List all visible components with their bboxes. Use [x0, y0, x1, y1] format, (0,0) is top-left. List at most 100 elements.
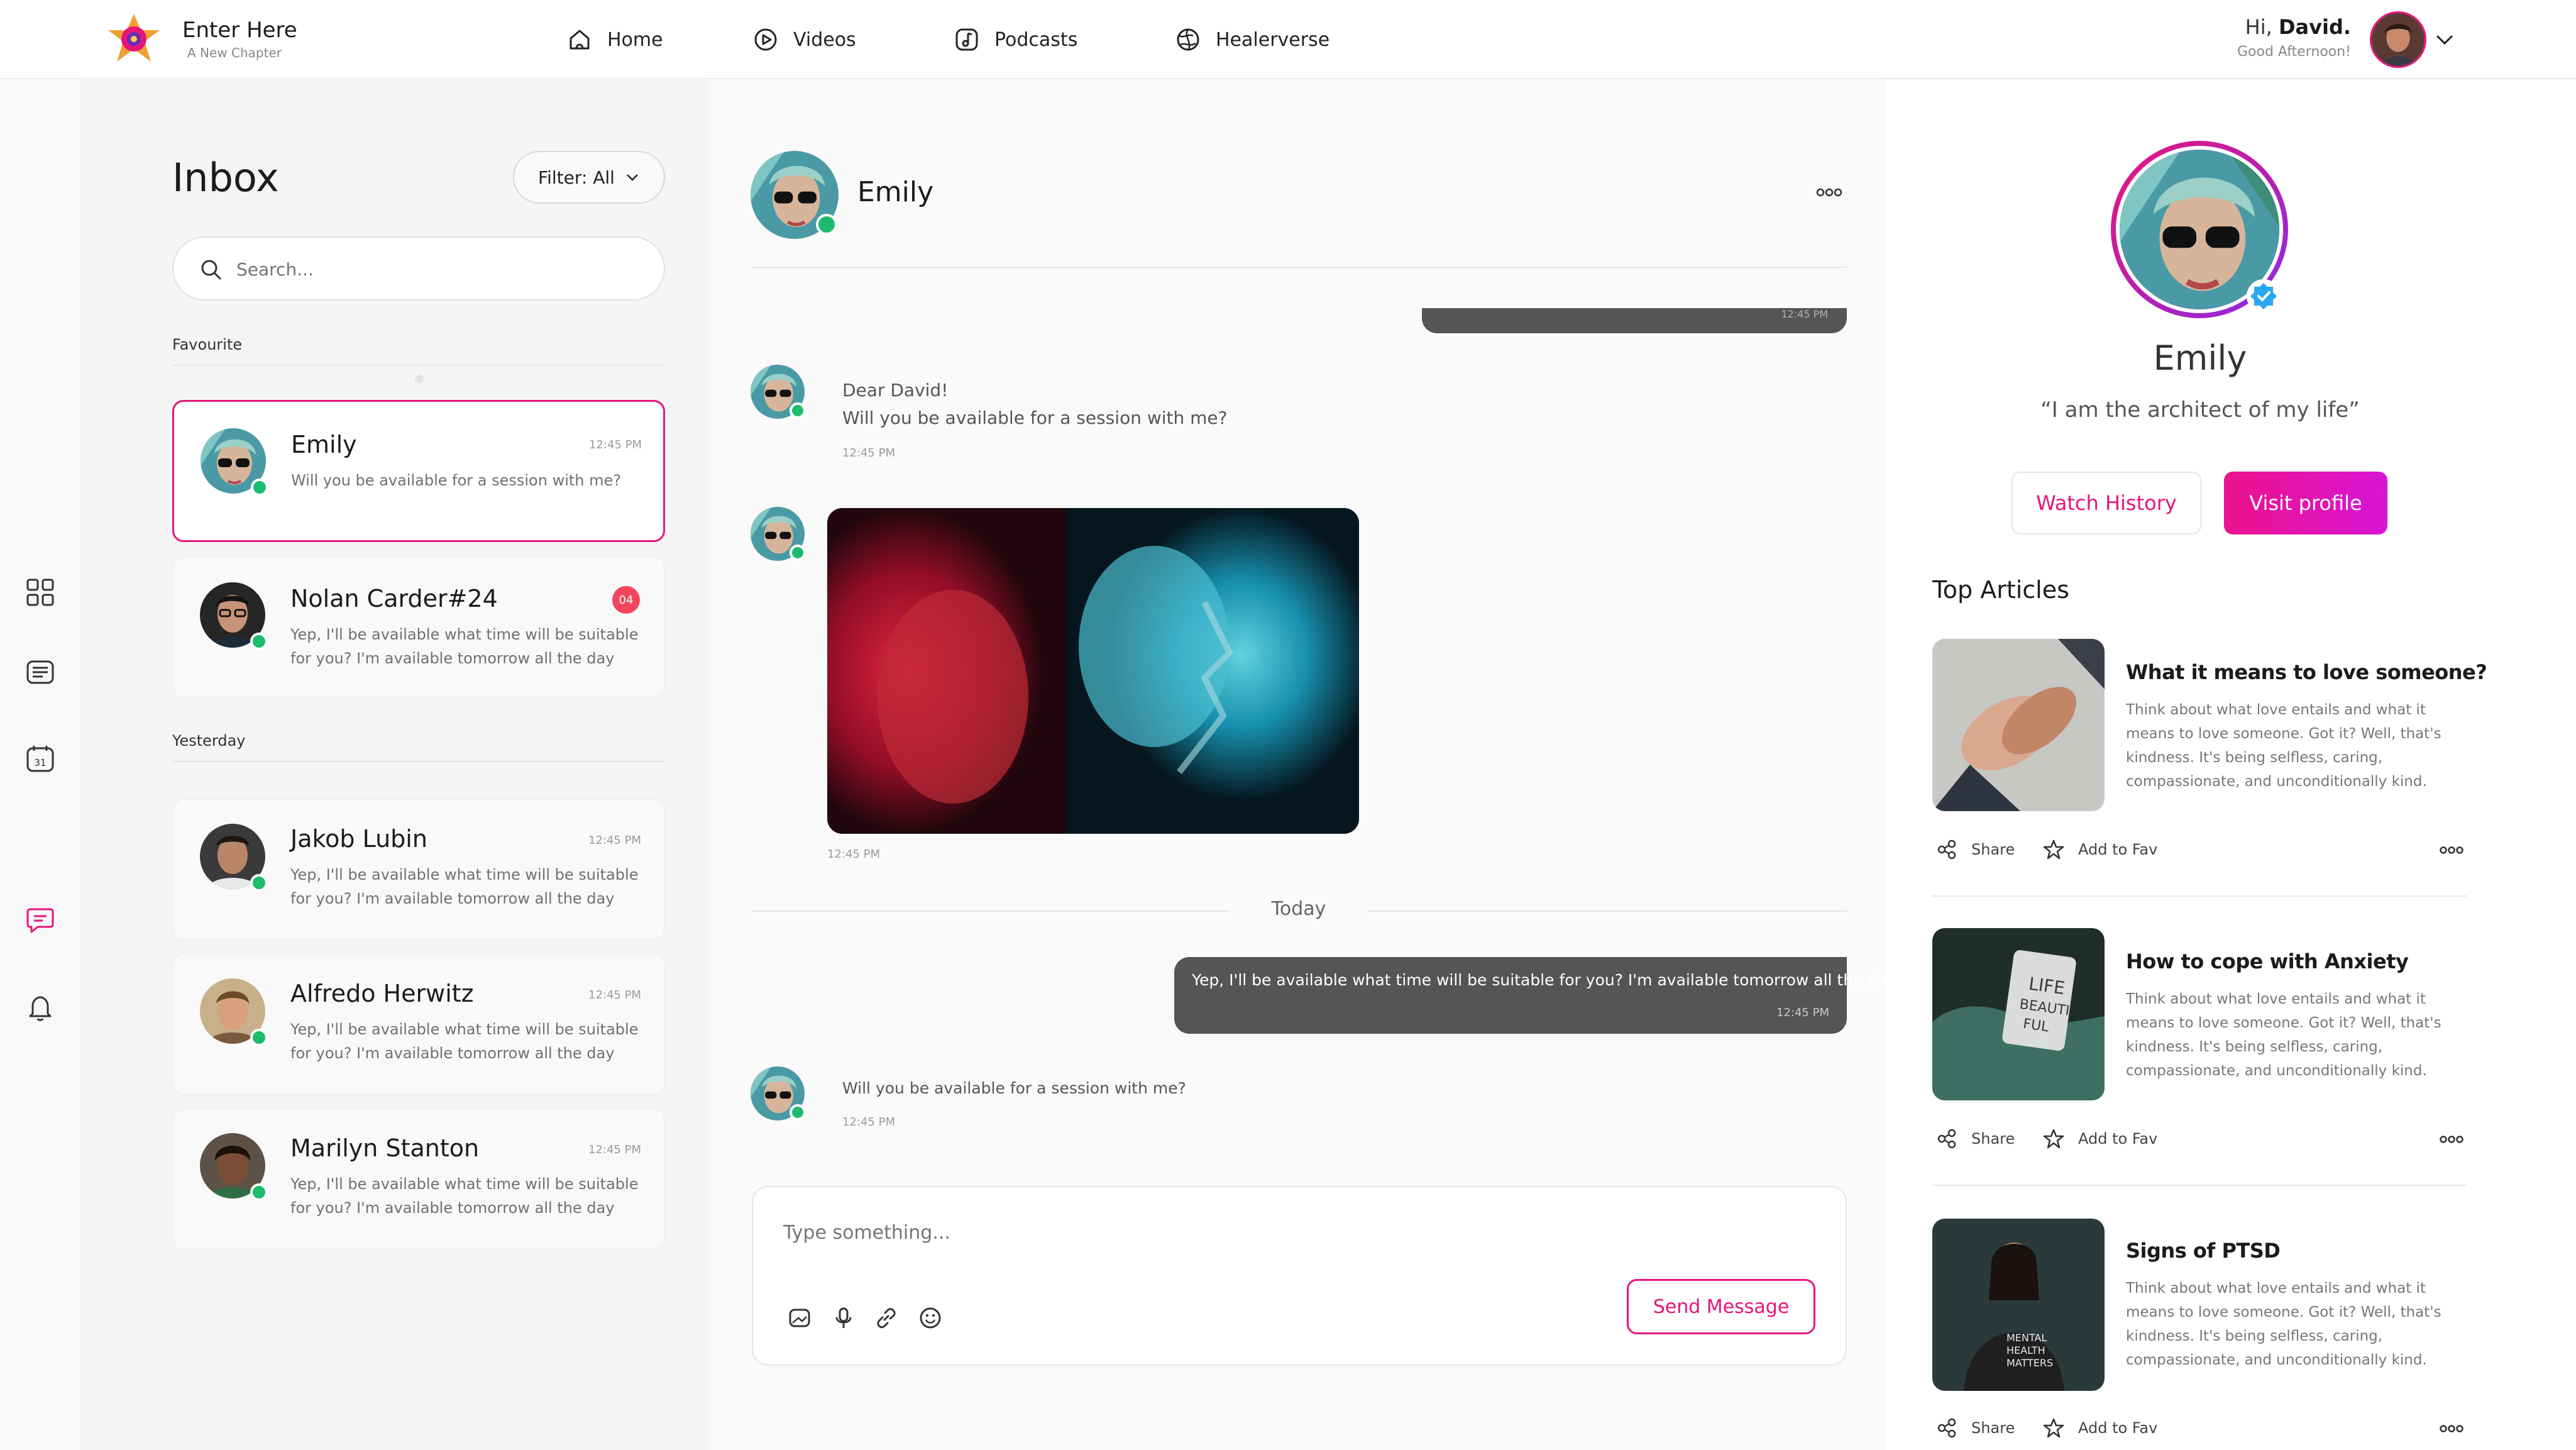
- conversation-card-marilyn[interactable]: Marilyn Stanton 12:45 PM Yep, I'll be av…: [172, 1108, 665, 1250]
- conversation-card-emily[interactable]: Emily 12:45 PM Will you be available for…: [172, 400, 665, 542]
- image-attach-icon[interactable]: [787, 1305, 812, 1331]
- unread-badge: 04: [612, 586, 640, 614]
- scroll-indicator: [415, 375, 424, 384]
- brand-tagline: A New Chapter: [187, 45, 282, 60]
- inbox-title: Inbox: [172, 155, 279, 201]
- chat-icon[interactable]: [24, 904, 57, 937]
- article-share[interactable]: Share: [1936, 1128, 2015, 1149]
- conversation-time: 12:45 PM: [588, 1143, 641, 1156]
- incoming-message-line: Will you be available for a session with…: [842, 407, 1228, 428]
- article-thumbnail[interactable]: MENTAL HEALTH MATTERS: [1932, 1219, 2105, 1391]
- conversation-name: Emily: [291, 431, 357, 458]
- fav-label: Add to Fav: [2078, 841, 2158, 858]
- nav-podcasts[interactable]: Podcasts: [953, 0, 1077, 79]
- online-status-dot: [250, 874, 268, 892]
- today-divider-right: [1368, 910, 1847, 912]
- more-options-icon[interactable]: [2439, 1424, 2464, 1434]
- top-navigation-bar: Enter Here A New Chapter Home Videos Pod…: [0, 0, 2576, 79]
- list-icon[interactable]: [24, 656, 57, 689]
- favourite-divider: [172, 365, 665, 366]
- filter-dropdown[interactable]: Filter: All: [513, 151, 665, 204]
- conversation-preview: Yep, I'll be available what time will be…: [290, 1175, 639, 1217]
- verified-badge-icon: [2247, 279, 2281, 313]
- article-title[interactable]: How to cope with Anxiety: [2126, 949, 2409, 973]
- message-time: 12:45 PM: [1781, 308, 1828, 320]
- online-status-dot: [251, 479, 268, 496]
- article-share[interactable]: Share: [1936, 839, 2015, 860]
- play-icon: [754, 28, 777, 51]
- article-add-to-fav[interactable]: Add to Fav: [2043, 1128, 2157, 1149]
- star-icon: [2043, 1129, 2064, 1149]
- article-title[interactable]: Signs of PTSD: [2126, 1239, 2281, 1263]
- greeting-hi: Hi,: [2245, 15, 2272, 39]
- article-share[interactable]: Share: [1936, 1417, 2015, 1439]
- chat-header-divider: [752, 267, 1847, 268]
- calendar-icon[interactable]: 31: [24, 742, 57, 775]
- nav-home-label: Home: [607, 28, 663, 51]
- share-label: Share: [1971, 1419, 2015, 1437]
- conversation-preview: Yep, I'll be available what time will be…: [290, 866, 639, 907]
- nav-videos[interactable]: Videos: [752, 0, 856, 79]
- online-status-dot: [816, 214, 837, 235]
- watch-history-button[interactable]: Watch History: [2012, 472, 2201, 534]
- conversation-card-jakob[interactable]: Jakob Lubin 12:45 PM Yep, I'll be availa…: [172, 799, 665, 941]
- link-icon[interactable]: [874, 1305, 899, 1331]
- online-status-dot: [790, 402, 806, 419]
- favourite-label: Favourite: [172, 336, 243, 353]
- shared-image[interactable]: [827, 508, 1359, 834]
- search-input[interactable]: [236, 252, 639, 287]
- share-icon: [1937, 839, 1956, 860]
- conversation-time: 12:45 PM: [588, 988, 641, 1002]
- article-divider: [1932, 1185, 2467, 1186]
- visit-profile-button[interactable]: Visit profile: [2224, 472, 2387, 534]
- article-thumbnail[interactable]: [1932, 639, 2105, 811]
- share-icon: [1937, 1418, 1956, 1438]
- article-add-to-fav[interactable]: Add to Fav: [2043, 839, 2157, 860]
- bell-icon[interactable]: [24, 991, 57, 1024]
- send-message-button[interactable]: Send Message: [1627, 1279, 1815, 1334]
- search-box[interactable]: [172, 236, 665, 301]
- svg-text:HEALTH: HEALTH: [2006, 1344, 2045, 1356]
- more-options-icon[interactable]: [2439, 845, 2464, 855]
- message-input[interactable]: [783, 1215, 1538, 1250]
- article-excerpt: Think about what love entails and what i…: [2126, 702, 2441, 790]
- conversation-name: Jakob Lubin: [290, 825, 427, 853]
- emoji-icon[interactable]: [918, 1305, 943, 1331]
- nav-home[interactable]: Home: [566, 0, 663, 79]
- article-title[interactable]: What it means to love someone?: [2126, 660, 2487, 684]
- article-add-to-fav[interactable]: Add to Fav: [2043, 1417, 2157, 1439]
- incoming-message-text: Will you be available for a session with…: [842, 1079, 1186, 1097]
- more-options-icon[interactable]: [1815, 186, 1843, 199]
- conversation-name: Nolan Carder#24: [290, 585, 498, 612]
- conversation-time: 12:45 PM: [588, 834, 641, 847]
- article-excerpt: Think about what love entails and what i…: [2126, 1280, 2441, 1368]
- conversation-preview: Yep, I'll be available what time will be…: [290, 626, 639, 667]
- online-status-dot: [790, 1104, 806, 1121]
- conversation-card-nolan[interactable]: Nolan Carder#24 04 Yep, I'll be availabl…: [172, 556, 665, 698]
- brand-logo[interactable]: [106, 11, 162, 68]
- yesterday-divider: [172, 761, 665, 762]
- message-time: 12:45 PM: [1776, 1006, 1829, 1019]
- more-options-icon[interactable]: [2439, 1134, 2464, 1144]
- user-avatar[interactable]: [2370, 11, 2426, 68]
- conversation-time: 12:45 PM: [589, 438, 642, 451]
- incoming-message-line: Dear David!: [842, 380, 949, 401]
- top-articles-heading: Top Articles: [1932, 576, 2069, 604]
- conversation-preview: Yep, I'll be available what time will be…: [290, 1021, 639, 1062]
- online-status-dot: [250, 633, 268, 650]
- nav-healerverse[interactable]: Healerverse: [1174, 0, 1329, 79]
- article-divider: [1932, 895, 2467, 897]
- message-composer: Send Message: [752, 1186, 1847, 1366]
- chevron-down-icon[interactable]: [2434, 30, 2455, 49]
- nav-videos-label: Videos: [793, 28, 856, 51]
- article-thumbnail[interactable]: LIFE BEAUTI FUL: [1932, 928, 2105, 1100]
- brand-name: Enter Here: [182, 18, 297, 43]
- message-time: 12:45 PM: [827, 848, 880, 861]
- outgoing-message-bubble: 12:45 PM: [1422, 308, 1847, 333]
- dashboard-grid-icon[interactable]: [24, 576, 57, 609]
- microphone-icon[interactable]: [831, 1305, 856, 1331]
- conversation-card-alfredo[interactable]: Alfredo Herwitz 12:45 PM Yep, I'll be av…: [172, 953, 665, 1095]
- article-excerpt: Think about what love entails and what i…: [2126, 991, 2441, 1079]
- star-icon: [2043, 1418, 2064, 1438]
- outgoing-message-text: Yep, I'll be available what time will be…: [1192, 971, 1897, 989]
